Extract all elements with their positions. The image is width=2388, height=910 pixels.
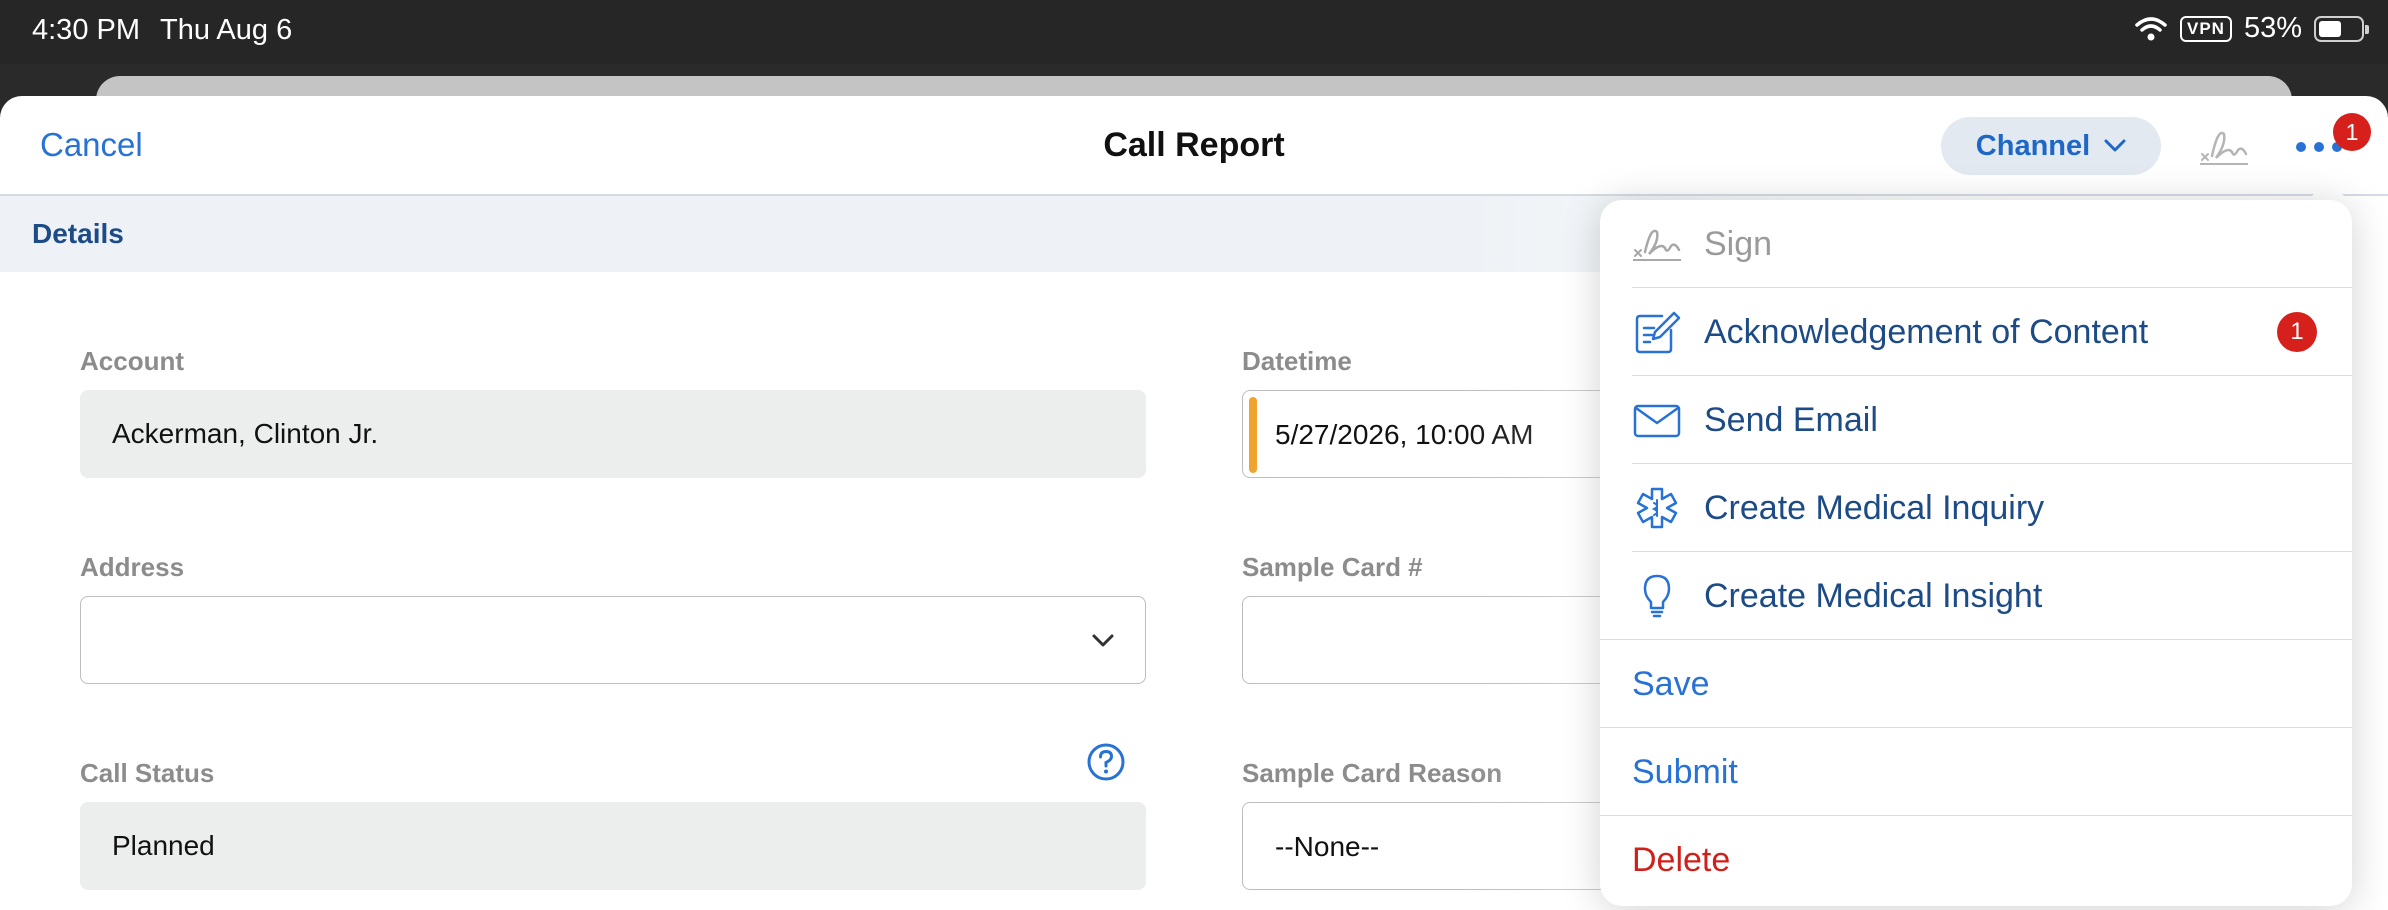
call-status-label: Call Status bbox=[80, 758, 215, 788]
navigation-bar: Cancel Call Report Channel 1 bbox=[0, 96, 2388, 196]
menu-item-save[interactable]: Save bbox=[1600, 640, 2352, 728]
status-bar: 4:30 PM Thu Aug 6 VPN 53% bbox=[0, 0, 2388, 64]
menu-item-label: Send Email bbox=[1704, 401, 1878, 439]
vpn-badge: VPN bbox=[2179, 15, 2232, 42]
address-picklist[interactable] bbox=[80, 596, 1146, 684]
status-indicators: VPN 53% bbox=[2134, 12, 2369, 45]
battery-icon bbox=[2314, 15, 2369, 42]
account-label: Account bbox=[80, 346, 184, 376]
call-status-value: Planned bbox=[112, 830, 215, 861]
edit-icon bbox=[1635, 311, 1681, 354]
menu-item-medical-insight[interactable]: Create Medical Insight bbox=[1600, 552, 2352, 640]
call-status-field: Planned bbox=[80, 802, 1146, 890]
acknowledgement-badge: 1 bbox=[2277, 312, 2317, 352]
wifi-icon bbox=[2135, 16, 2167, 40]
datetime-label: Datetime bbox=[1242, 346, 1352, 376]
menu-item-delete[interactable]: Delete bbox=[1600, 816, 2352, 904]
menu-item-sign[interactable]: Sign bbox=[1600, 200, 2352, 288]
sample-card-reason-label: Sample Card Reason bbox=[1242, 758, 1503, 788]
menu-item-acknowledgement[interactable]: Acknowledgement of Content bbox=[1600, 288, 2352, 376]
menu-item-label: Create Medical Insight bbox=[1704, 577, 2043, 615]
menu-item-submit[interactable]: Submit bbox=[1600, 728, 2352, 816]
address-label: Address bbox=[80, 552, 185, 582]
menu-arrow bbox=[2306, 180, 2350, 202]
menu-item-label: Submit bbox=[1632, 753, 1738, 791]
chevron-down-icon bbox=[1092, 634, 1114, 647]
lightbulb-icon bbox=[1643, 574, 1671, 618]
menu-item-send-email[interactable]: Send Email bbox=[1600, 376, 2352, 464]
menu-item-medical-inquiry[interactable]: Create Medical Inquiry bbox=[1600, 464, 2352, 552]
sample-card-label: Sample Card # bbox=[1242, 552, 1423, 582]
menu-item-label: Sign bbox=[1704, 225, 1773, 263]
menu-item-label: Acknowledgement of Content bbox=[1704, 313, 2149, 351]
status-time: 4:30 PM bbox=[32, 14, 140, 46]
signature-icon bbox=[1633, 229, 1681, 261]
medical-icon bbox=[1636, 487, 1678, 529]
account-field: Ackerman, Clinton Jr. bbox=[80, 390, 1146, 478]
account-value: Ackerman, Clinton Jr. bbox=[112, 418, 379, 449]
help-icon[interactable] bbox=[1086, 742, 1126, 782]
menu-item-label: Save bbox=[1632, 665, 1710, 703]
notification-badge: 1 bbox=[2333, 113, 2371, 151]
more-actions-menu: Sign Acknowledgement of Content Send Ema… bbox=[1600, 200, 2352, 906]
channel-label: Channel bbox=[1975, 129, 2091, 162]
datetime-value: 5/27/2026, 10:00 AM bbox=[1275, 419, 1534, 450]
section-title: Details bbox=[32, 218, 124, 249]
mail-icon bbox=[1633, 404, 1681, 438]
signature-icon[interactable] bbox=[2198, 124, 2250, 166]
menu-item-label: Delete bbox=[1632, 841, 1731, 879]
required-indicator bbox=[1249, 397, 1257, 473]
menu-item-label: Create Medical Inquiry bbox=[1704, 489, 2045, 527]
sample-card-reason-value: --None-- bbox=[1275, 831, 1380, 862]
chevron-down-icon bbox=[2104, 139, 2126, 152]
status-date: Thu Aug 6 bbox=[160, 14, 293, 46]
channel-button[interactable]: Channel bbox=[1941, 117, 2161, 175]
battery-percent: 53% bbox=[2243, 12, 2302, 44]
